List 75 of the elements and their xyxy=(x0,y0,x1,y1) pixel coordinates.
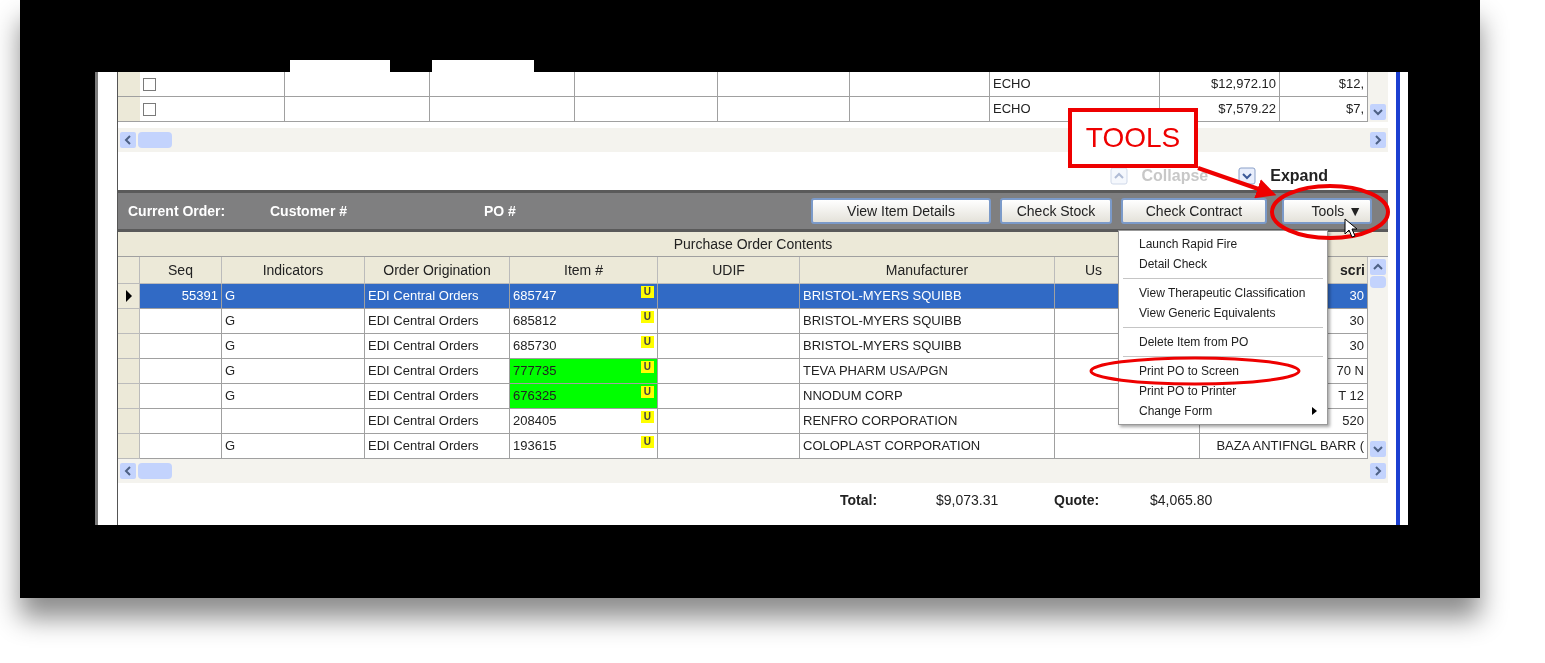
table-cell: 55391 xyxy=(140,284,222,309)
submenu-arrow-icon xyxy=(1312,407,1317,415)
scroll-left-icon[interactable] xyxy=(120,132,136,148)
row-pointer-icon xyxy=(124,290,133,302)
u-badge: U xyxy=(640,411,654,423)
table-cell: COLOPLAST CORPORATION xyxy=(800,434,1055,459)
table-cell: EDI Central Orders xyxy=(365,384,510,409)
scroll-right-icon[interactable] xyxy=(1370,132,1386,148)
checkbox[interactable] xyxy=(143,77,156,91)
scroll-down-icon[interactable] xyxy=(1370,104,1386,120)
menu-item[interactable]: Detail Check xyxy=(1119,254,1327,274)
item-number: 676325 xyxy=(513,387,557,406)
item-number: 685730 xyxy=(513,337,557,356)
action-button[interactable]: View Item Details xyxy=(811,198,991,224)
table-cell: BRISTOL-MYERS SQUIBB xyxy=(800,284,1055,309)
total-value: $9,073.31 xyxy=(936,490,1000,510)
table-cell: G xyxy=(222,359,365,384)
row-header[interactable] xyxy=(118,284,140,309)
table-cell: EDI Central Orders xyxy=(365,434,510,459)
u-badge: U xyxy=(640,286,654,298)
toggle-label[interactable]: Expand xyxy=(1270,164,1328,188)
tools-dropdown-button[interactable]: Tools ▼ xyxy=(1282,198,1372,224)
table-cell: BRISTOL-MYERS SQUIBB xyxy=(800,334,1055,359)
table-cell: BAZA ANTIFNGL BARR ( xyxy=(1200,434,1368,459)
table-cell: BRISTOL-MYERS SQUIBB xyxy=(800,309,1055,334)
table-cell: EDI Central Orders xyxy=(365,334,510,359)
scroll-right-icon[interactable] xyxy=(1370,463,1386,479)
vertical-scrollbar[interactable] xyxy=(1368,257,1388,459)
action-button[interactable]: Check Stock xyxy=(1000,198,1112,224)
table-cell: G xyxy=(222,284,365,309)
scroll-down-icon[interactable] xyxy=(1370,441,1386,457)
u-badge: U xyxy=(640,386,654,398)
table-cell: EDI Central Orders xyxy=(365,309,510,334)
u-badge: U xyxy=(640,336,654,348)
item-number: 685747 xyxy=(513,287,557,306)
total-label: Quote: xyxy=(1054,490,1101,510)
table-cell: G xyxy=(222,384,365,409)
u-badge: U xyxy=(640,436,654,448)
checkbox[interactable] xyxy=(143,102,156,116)
total-label: Total: xyxy=(840,490,879,510)
horizontal-scrollbar[interactable] xyxy=(118,459,1388,483)
total-value: $4,065.80 xyxy=(1150,490,1214,510)
scroll-up-icon[interactable] xyxy=(1370,259,1386,275)
item-number: 208405 xyxy=(513,412,557,431)
scroll-left-icon[interactable] xyxy=(120,463,136,479)
table-cell: G xyxy=(222,334,365,359)
menu-item[interactable]: Launch Rapid Fire xyxy=(1119,234,1327,254)
u-badge: U xyxy=(640,311,654,323)
table-cell: RENFRO CORPORATION xyxy=(800,409,1055,434)
callout-label: TOOLS xyxy=(1085,121,1181,155)
scroll-thumb[interactable] xyxy=(1370,276,1386,288)
bar-label: PO # xyxy=(484,201,517,221)
bar-label: Customer # xyxy=(270,201,349,221)
item-number: 685812 xyxy=(513,312,557,331)
table-cell: G xyxy=(222,434,365,459)
table-cell: ECHO xyxy=(990,72,1160,97)
bar-label: Current Order: xyxy=(128,201,227,221)
table-cell: EDI Central Orders xyxy=(365,409,510,434)
expand-icon[interactable] xyxy=(1238,167,1257,185)
collapse-icon[interactable] xyxy=(1109,167,1128,185)
vertical-scrollbar[interactable] xyxy=(1368,72,1388,122)
horizontal-scrollbar[interactable] xyxy=(118,128,1388,152)
table-cell: G xyxy=(222,309,365,334)
item-number: 193615 xyxy=(513,437,557,456)
item-number: 777735 xyxy=(513,362,557,381)
table-cell: NNODUM CORP xyxy=(800,384,1055,409)
table-cell: EDI Central Orders xyxy=(365,359,510,384)
mouse-cursor-icon xyxy=(1344,218,1358,238)
table-cell: TEVA PHARM USA/PGN xyxy=(800,359,1055,384)
table-cell: EDI Central Orders xyxy=(365,284,510,309)
scroll-thumb[interactable] xyxy=(138,132,172,148)
action-button[interactable]: Check Contract xyxy=(1121,198,1267,224)
table-cell: $12,972.10 xyxy=(1160,72,1280,97)
u-badge: U xyxy=(640,361,654,373)
scroll-thumb[interactable] xyxy=(138,463,172,479)
